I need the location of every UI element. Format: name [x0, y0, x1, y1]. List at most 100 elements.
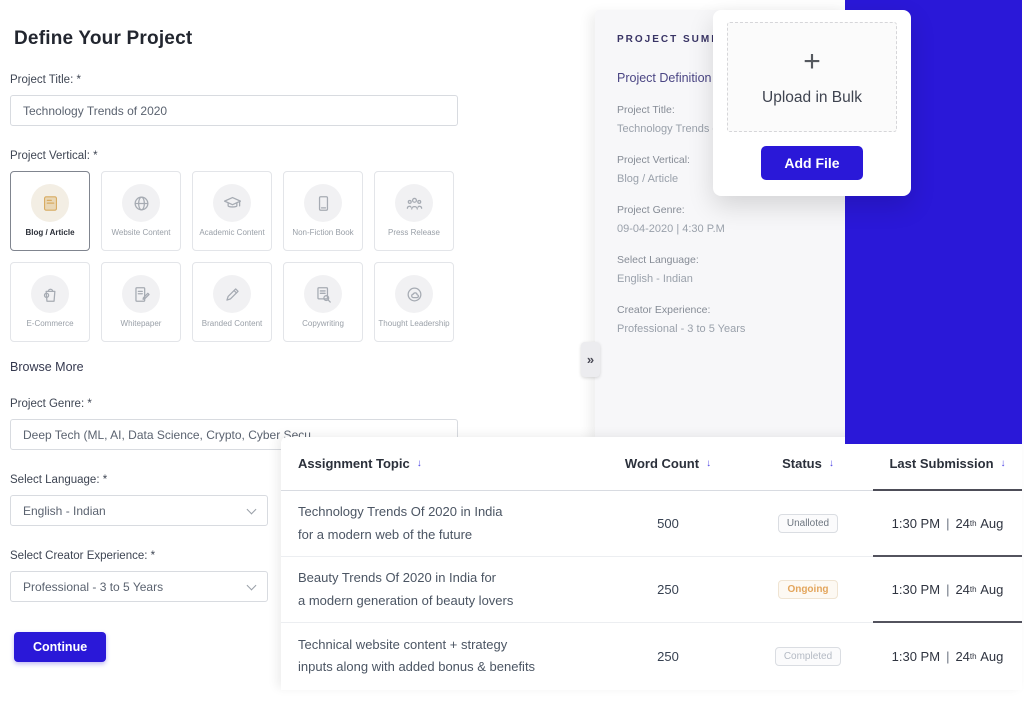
pencil-icon — [213, 275, 251, 313]
column-header-label: Word Count — [625, 456, 699, 471]
upload-in-bulk-card: + Upload in Bulk Add File — [713, 10, 911, 196]
column-header-label: Last Submission — [889, 456, 993, 471]
vertical-option-label: Whitepaper — [118, 320, 165, 329]
sort-icon[interactable]: ↓ — [1001, 458, 1006, 469]
vertical-option-label: Blog / Article — [22, 229, 77, 238]
vertical-option-website-content[interactable]: Website Content — [101, 171, 181, 251]
vertical-option-label: Copywriting — [299, 320, 347, 329]
vertical-option-label: Press Release — [385, 229, 443, 238]
table-body: Technology Trends Of 2020 in Indiafor a … — [281, 491, 1022, 689]
vertical-option-press-release[interactable]: Press Release — [374, 171, 454, 251]
continue-button[interactable]: Continue — [14, 632, 106, 662]
status-cell: Ongoing — [743, 557, 873, 623]
column-header-status[interactable]: Status ↓ — [743, 437, 873, 491]
sort-icon[interactable]: ↓ — [417, 458, 422, 469]
summary-field-label: Creator Experience: — [617, 304, 845, 316]
column-header-assignment-topic[interactable]: Assignment Topic ↓ — [281, 437, 593, 491]
add-file-button[interactable]: Add File — [761, 146, 863, 180]
vertical-option-label: Non-Fiction Book — [289, 229, 356, 238]
document-search-icon — [304, 275, 342, 313]
summary-field-label: Project Genre: — [617, 204, 845, 216]
shopping-bag-icon — [31, 275, 69, 313]
project-title-input[interactable]: Technology Trends of 2020 — [10, 95, 458, 126]
project-genre-label: Project Genre: * — [10, 398, 470, 410]
vertical-option-academic-content[interactable]: Academic Content — [192, 171, 272, 251]
upload-dropzone[interactable]: + Upload in Bulk — [727, 22, 897, 132]
column-header-last-submission[interactable]: Last Submission ↓ — [873, 437, 1022, 491]
assignment-topic-cell: Beauty Trends Of 2020 in India fora mode… — [281, 557, 593, 623]
plus-icon: + — [803, 47, 821, 77]
assignments-table: Assignment Topic ↓ Word Count ↓ Status ↓… — [281, 437, 1022, 690]
vertical-option-e-commerce[interactable]: E-Commerce — [10, 262, 90, 342]
last-submission-cell: 1:30 PM|24th Aug — [873, 557, 1022, 623]
submission-day: 24 — [955, 582, 969, 597]
idea-icon — [395, 275, 433, 313]
sort-icon[interactable]: ↓ — [829, 458, 834, 469]
submission-month: Aug — [980, 649, 1003, 664]
day-ordinal: th — [970, 519, 977, 528]
column-header-label: Assignment Topic — [298, 456, 410, 471]
collapse-panel-button[interactable]: » — [581, 342, 600, 377]
day-ordinal: th — [970, 652, 977, 661]
vertical-option-non-fiction-book[interactable]: Non-Fiction Book — [283, 171, 363, 251]
status-badge: Completed — [775, 647, 841, 666]
vertical-option-label: E-Commerce — [23, 320, 76, 329]
last-submission-cell: 1:30 PM | 24th Aug — [873, 623, 1022, 689]
vertical-option-branded-content[interactable]: Branded Content — [192, 262, 272, 342]
language-select[interactable]: English - Indian — [10, 495, 268, 526]
table-row[interactable]: Technical website content + strategyinpu… — [281, 623, 1022, 689]
submission-day: 24 — [955, 516, 969, 531]
column-header-label: Status — [782, 456, 822, 471]
people-icon — [395, 184, 433, 222]
submission-time: 1:30 PM — [892, 649, 940, 664]
vertical-option-label: Branded Content — [199, 320, 266, 329]
submission-month: Aug — [980, 516, 1003, 531]
assignment-topic-cell: Technology Trends Of 2020 in Indiafor a … — [281, 491, 593, 557]
vertical-option-label: Academic Content — [196, 229, 267, 238]
summary-field-value: Professional - 3 to 5 Years — [617, 323, 845, 335]
date-separator: | — [946, 649, 949, 664]
word-count-cell: 500 — [593, 491, 743, 557]
table-header-row: Assignment Topic ↓ Word Count ↓ Status ↓… — [281, 437, 1022, 491]
status-badge: Ongoing — [778, 580, 837, 599]
project-vertical-label: Project Vertical: * — [10, 150, 470, 162]
project-vertical-grid: Blog / Article Website Content Academic … — [10, 171, 470, 342]
vertical-option-copywriting[interactable]: Copywriting — [283, 262, 363, 342]
globe-icon — [122, 184, 160, 222]
creator-experience-select[interactable]: Professional - 3 to 5 Years — [10, 571, 268, 602]
assignment-topic-cell: Technical website content + strategyinpu… — [281, 623, 593, 689]
summary-field-label: Select Language: — [617, 254, 845, 266]
submission-time: 1:30 PM — [892, 582, 940, 597]
summary-field-value: English - Indian — [617, 273, 845, 285]
summary-field: Creator Experience: Professional - 3 to … — [617, 304, 845, 335]
status-cell: Completed — [743, 623, 873, 689]
sort-icon[interactable]: ↓ — [706, 458, 711, 469]
notebook-icon — [31, 184, 69, 222]
double-chevron-right-icon: » — [587, 352, 594, 367]
book-icon — [304, 184, 342, 222]
vertical-option-blog-article[interactable]: Blog / Article — [10, 171, 90, 251]
vertical-option-thought-leadership[interactable]: Thought Leadership — [374, 262, 454, 342]
document-pen-icon — [122, 275, 160, 313]
submission-day: 24 — [955, 649, 969, 664]
day-ordinal: th — [970, 585, 977, 594]
vertical-option-whitepaper[interactable]: Whitepaper — [101, 262, 181, 342]
status-cell: Unalloted — [743, 491, 873, 557]
creator-experience-select-value: Professional - 3 to 5 Years — [10, 571, 268, 602]
graduation-cap-icon — [213, 184, 251, 222]
language-select-value: English - Indian — [10, 495, 268, 526]
word-count-cell: 250 — [593, 557, 743, 623]
submission-month: Aug — [980, 582, 1003, 597]
vertical-option-label: Website Content — [109, 229, 174, 238]
summary-field-value: 09-04-2020 | 4:30 P.M — [617, 223, 845, 235]
browse-more-link[interactable]: Browse More — [10, 360, 84, 374]
submission-time: 1:30 PM — [892, 516, 940, 531]
project-title-label: Project Title: * — [10, 74, 470, 86]
table-row[interactable]: Technology Trends Of 2020 in Indiafor a … — [281, 491, 1022, 557]
summary-field: Select Language: English - Indian — [617, 254, 845, 285]
date-separator: | — [946, 516, 949, 531]
column-header-word-count[interactable]: Word Count ↓ — [593, 437, 743, 491]
upload-dropzone-label: Upload in Bulk — [762, 89, 862, 107]
word-count-cell: 250 — [593, 623, 743, 689]
table-row[interactable]: Beauty Trends Of 2020 in India fora mode… — [281, 557, 1022, 623]
